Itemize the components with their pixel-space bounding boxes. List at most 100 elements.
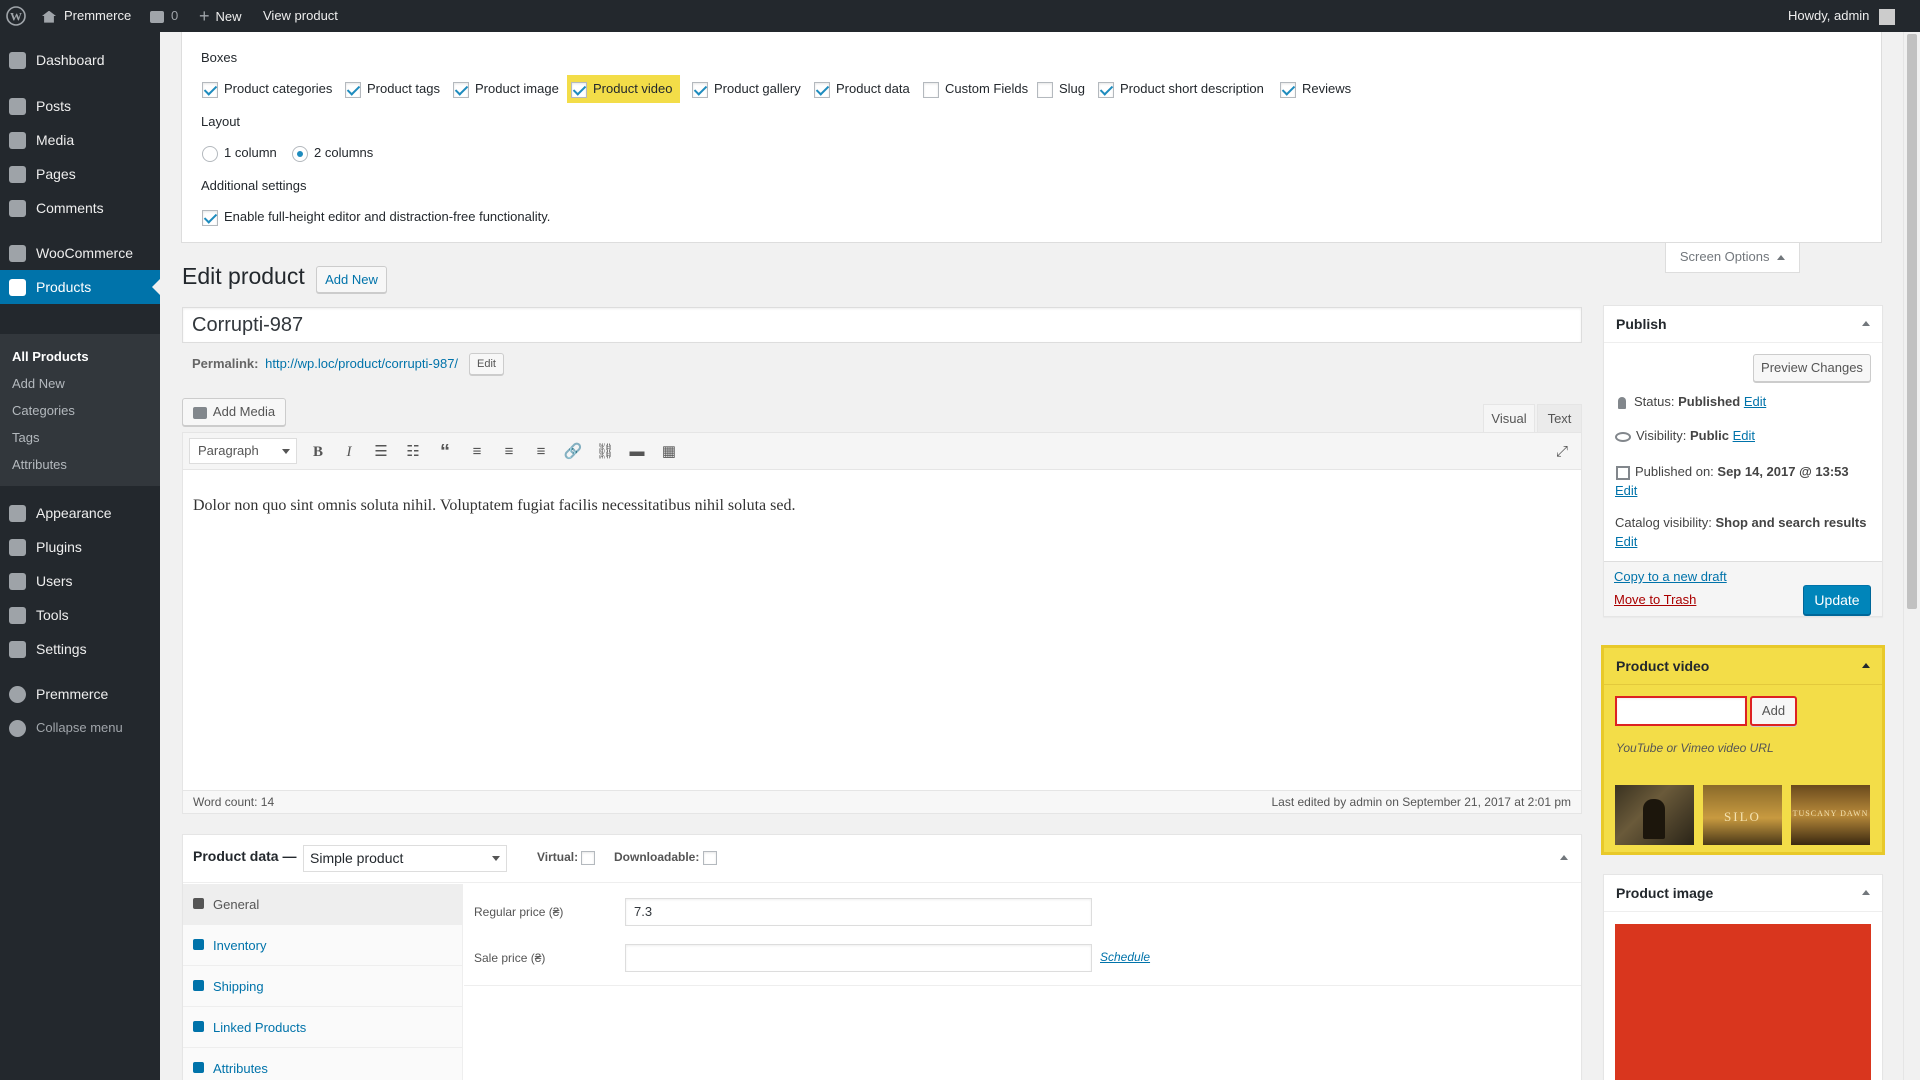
- box-product-data[interactable]: Product data: [810, 75, 914, 103]
- bold-icon[interactable]: B: [308, 442, 328, 462]
- move-to-trash-link[interactable]: Move to Trash: [1614, 592, 1696, 607]
- box-custom-fields[interactable]: Custom Fields: [919, 75, 1032, 103]
- status-edit-link[interactable]: Edit: [1744, 394, 1766, 409]
- preview-changes-button[interactable]: Preview Changes: [1753, 354, 1871, 382]
- tab-visual[interactable]: Visual: [1483, 404, 1535, 432]
- box-product-tags[interactable]: Product tags: [341, 75, 444, 103]
- tab-shipping[interactable]: Shipping: [183, 966, 462, 1007]
- video-thumbnail[interactable]: TUSCANY DAWN: [1791, 785, 1870, 845]
- virtual-checkbox[interactable]: [581, 850, 596, 865]
- box-reviews[interactable]: Reviews: [1276, 75, 1355, 103]
- numbered-list-icon[interactable]: ☷: [403, 442, 423, 462]
- tab-text[interactable]: Text: [1537, 404, 1582, 432]
- radio-button[interactable]: [202, 145, 218, 162]
- tab-general[interactable]: General: [183, 884, 462, 925]
- unlink-icon[interactable]: ⛓: [595, 442, 615, 462]
- catalog-edit-link[interactable]: Edit: [1615, 534, 1637, 549]
- video-thumbnail[interactable]: SILO: [1703, 785, 1782, 845]
- menu-comments[interactable]: Comments: [0, 191, 160, 225]
- screen-options-toggle[interactable]: Screen Options: [1665, 243, 1800, 273]
- read-more-icon[interactable]: ▬: [627, 442, 647, 462]
- blockquote-icon[interactable]: “: [435, 442, 455, 462]
- align-center-icon[interactable]: ≡: [499, 442, 519, 462]
- add-new-button[interactable]: Add New: [316, 266, 387, 293]
- collapse-arrow-icon[interactable]: [1862, 663, 1870, 668]
- align-right-icon[interactable]: ≡: [531, 442, 551, 462]
- box-product-short-description[interactable]: Product short description: [1094, 75, 1268, 103]
- menu-pages[interactable]: Pages: [0, 157, 160, 191]
- add-video-button[interactable]: Add: [1750, 696, 1797, 726]
- downloadable-checkbox[interactable]: [702, 850, 717, 865]
- copy-to-draft-link[interactable]: Copy to a new draft: [1614, 569, 1727, 584]
- new-content-link[interactable]: + New: [199, 0, 242, 32]
- menu-posts[interactable]: Posts: [0, 89, 160, 123]
- menu-media[interactable]: Media: [0, 123, 160, 157]
- update-button[interactable]: Update: [1803, 585, 1871, 615]
- italic-icon[interactable]: I: [339, 442, 359, 462]
- site-home-link[interactable]: Premmerce: [42, 0, 131, 32]
- checkbox[interactable]: [453, 81, 469, 98]
- permalink-url[interactable]: http://wp.loc/product/corrupti-987/: [265, 356, 458, 371]
- product-title-input[interactable]: Corrupti-987: [182, 307, 1582, 343]
- box-product-gallery[interactable]: Product gallery: [688, 75, 805, 103]
- radio-button[interactable]: [292, 145, 308, 162]
- checkbox[interactable]: [1280, 81, 1296, 98]
- comments-link[interactable]: 0: [150, 0, 178, 32]
- fullscreen-icon[interactable]: ⤢: [1552, 442, 1572, 462]
- menu-tools[interactable]: Tools: [0, 598, 160, 632]
- checkbox[interactable]: [923, 81, 939, 98]
- menu-appearance[interactable]: Appearance: [0, 496, 160, 530]
- checkbox[interactable]: [202, 81, 218, 98]
- submenu-attributes[interactable]: Attributes: [12, 452, 67, 478]
- collapse-arrow-icon[interactable]: [1862, 890, 1870, 895]
- menu-dashboard[interactable]: Dashboard: [0, 43, 160, 77]
- checkbox[interactable]: [1098, 81, 1114, 98]
- collapse-arrow-icon[interactable]: [1560, 855, 1568, 860]
- menu-settings[interactable]: Settings: [0, 632, 160, 666]
- collapse-arrow-icon[interactable]: [1862, 321, 1870, 326]
- box-slug[interactable]: Slug: [1033, 75, 1089, 103]
- tab-inventory[interactable]: Inventory: [183, 925, 462, 966]
- permalink-edit-button[interactable]: Edit: [469, 353, 504, 375]
- add-media-button[interactable]: Add Media: [182, 398, 286, 426]
- checkbox[interactable]: [202, 209, 218, 226]
- page-scrollbar[interactable]: [1903, 32, 1920, 1080]
- bullet-list-icon[interactable]: ☰: [371, 442, 391, 462]
- visibility-edit-link[interactable]: Edit: [1733, 428, 1755, 443]
- submenu-categories[interactable]: Categories: [12, 398, 75, 424]
- tab-attributes[interactable]: Attributes: [183, 1048, 462, 1080]
- submenu-add-new[interactable]: Add New: [12, 371, 65, 397]
- downloadable-option[interactable]: Downloadable:: [614, 850, 717, 865]
- link-icon[interactable]: 🔗: [563, 442, 583, 462]
- product-type-select[interactable]: Simple product: [303, 845, 507, 872]
- menu-products[interactable]: Products: [0, 270, 160, 304]
- layout-1-column[interactable]: 1 column: [198, 139, 281, 167]
- submenu-all-products[interactable]: All Products: [12, 344, 89, 370]
- toolbar-toggle-icon[interactable]: ▦: [659, 442, 679, 462]
- schedule-link[interactable]: Schedule: [1100, 950, 1150, 964]
- regular-price-input[interactable]: 7.3: [625, 898, 1092, 926]
- box-product-video[interactable]: Product video: [567, 75, 680, 103]
- menu-woocommerce[interactable]: WooCommerce: [0, 236, 160, 270]
- box-product-categories[interactable]: Product categories: [198, 75, 336, 103]
- tab-linked-products[interactable]: Linked Products: [183, 1007, 462, 1048]
- product-image-header[interactable]: Product image: [1604, 875, 1882, 912]
- video-url-input[interactable]: [1615, 696, 1747, 726]
- menu-plugins[interactable]: Plugins: [0, 530, 160, 564]
- checkbox[interactable]: [814, 81, 830, 98]
- menu-premmerce[interactable]: Premmerce: [0, 677, 160, 711]
- product-video-header[interactable]: Product video: [1604, 648, 1882, 685]
- sale-price-input[interactable]: [625, 944, 1092, 972]
- editor-content[interactable]: Dolor non quo sint omnis soluta nihil. V…: [193, 497, 1563, 515]
- format-select[interactable]: Paragraph: [189, 438, 297, 464]
- checkbox[interactable]: [1037, 81, 1053, 98]
- align-left-icon[interactable]: ≡: [467, 442, 487, 462]
- checkbox[interactable]: [571, 81, 587, 98]
- scrollbar-thumb[interactable]: [1907, 34, 1917, 609]
- checkbox[interactable]: [345, 81, 361, 98]
- submenu-tags[interactable]: Tags: [12, 425, 39, 451]
- published-edit-link[interactable]: Edit: [1615, 483, 1637, 498]
- checkbox[interactable]: [692, 81, 708, 98]
- product-image-preview[interactable]: [1615, 924, 1871, 1080]
- full-height-editor-option[interactable]: Enable full-height editor and distractio…: [198, 203, 554, 231]
